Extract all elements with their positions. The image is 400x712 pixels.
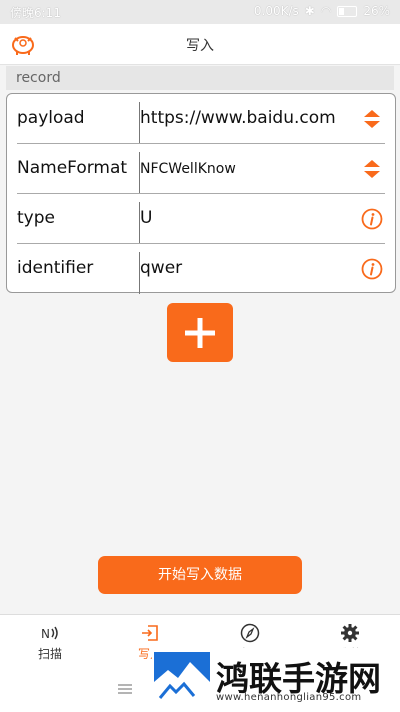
field-row-nameformat: NameFormat NFCWellKnow — [7, 144, 395, 194]
payload-input[interactable]: https://www.baidu.com — [140, 108, 336, 128]
tab-label: 扫描 — [37, 647, 62, 661]
battery-icon — [337, 5, 358, 17]
info-icon[interactable] — [361, 208, 383, 230]
status-time: 傍晚6:11 — [10, 6, 61, 20]
field-label: identifier — [17, 258, 94, 278]
section-label: record — [16, 70, 61, 86]
app-bar: 写入 — [0, 24, 400, 65]
sort-arrows-icon[interactable] — [361, 108, 383, 130]
compass-icon — [240, 623, 260, 643]
identifier-input[interactable]: qwer — [140, 258, 182, 278]
field-label: NameFormat — [17, 158, 128, 178]
field-label: type — [17, 208, 55, 228]
info-icon[interactable] — [361, 258, 383, 280]
tab-scan[interactable]: N 扫描 — [0, 615, 100, 667]
start-write-button[interactable]: 开始写入数据 — [98, 556, 302, 594]
field-row-identifier: identifier qwer — [7, 244, 395, 294]
record-card: payload https://www.baidu.com NameFormat… — [6, 93, 396, 294]
battery-percent: 26% — [363, 4, 390, 18]
nfc-icon: N — [41, 626, 58, 641]
status-bar: 傍晚6:11 0.00K/s ✱ ◠ 26% — [0, 0, 400, 24]
nameformat-select[interactable]: NFCWellKnow — [140, 161, 236, 177]
record-section-header: record — [6, 66, 394, 90]
add-record-button[interactable] — [167, 303, 233, 362]
watermark-logo-icon — [154, 652, 210, 706]
field-row-payload: payload https://www.baidu.com — [7, 94, 395, 144]
type-input[interactable]: U — [140, 208, 152, 228]
field-label: payload — [17, 108, 85, 128]
sort-arrows-icon[interactable] — [361, 158, 383, 180]
status-icons: 0.00K/s ✱ ◠ 26% — [254, 4, 390, 18]
menu-icon[interactable] — [118, 684, 132, 694]
write-icon — [142, 625, 158, 641]
bluetooth-icon: ✱ — [304, 4, 315, 18]
watermark-url: www.henanhonglian95.com — [216, 692, 362, 703]
network-speed: 0.00K/s — [253, 4, 299, 18]
svg-text:N: N — [41, 627, 50, 641]
field-row-type: type U — [7, 194, 395, 244]
wifi-icon: ◠ — [320, 4, 332, 18]
page-title: 写入 — [186, 38, 214, 54]
watermark: 鸿联手游网 www.henanhonglian95.com — [152, 648, 400, 710]
plus-icon — [185, 318, 215, 348]
gear-icon — [341, 624, 359, 642]
